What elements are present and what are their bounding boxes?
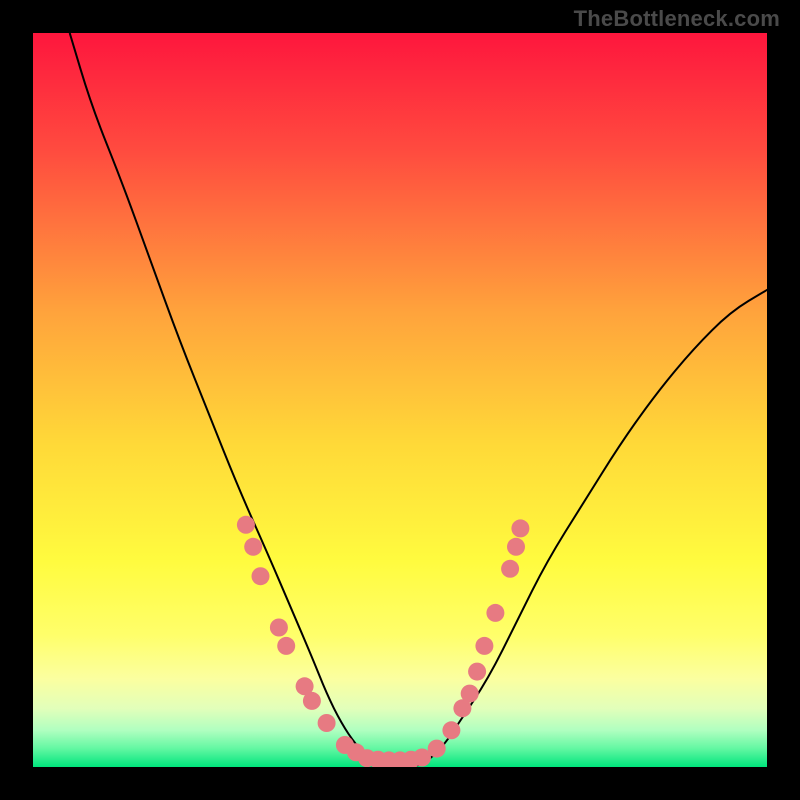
watermark-text: TheBottleneck.com xyxy=(574,6,780,32)
data-dot xyxy=(461,685,479,703)
data-dot xyxy=(501,560,519,578)
data-dot xyxy=(303,692,321,710)
data-dot xyxy=(428,740,446,758)
data-dot xyxy=(237,516,255,534)
chart-frame: TheBottleneck.com xyxy=(0,0,800,800)
plot-area xyxy=(33,33,767,767)
data-dot xyxy=(252,567,270,585)
data-dot xyxy=(244,538,262,556)
data-dot xyxy=(511,519,529,537)
data-dot xyxy=(468,663,486,681)
data-dot xyxy=(507,538,525,556)
data-dot xyxy=(486,604,504,622)
data-dot xyxy=(318,714,336,732)
data-dot xyxy=(270,619,288,637)
data-dot xyxy=(277,637,295,655)
curve-layer xyxy=(33,33,767,767)
data-dots xyxy=(237,516,530,767)
data-dot xyxy=(475,637,493,655)
bottleneck-curve xyxy=(70,33,767,767)
data-dot xyxy=(442,721,460,739)
